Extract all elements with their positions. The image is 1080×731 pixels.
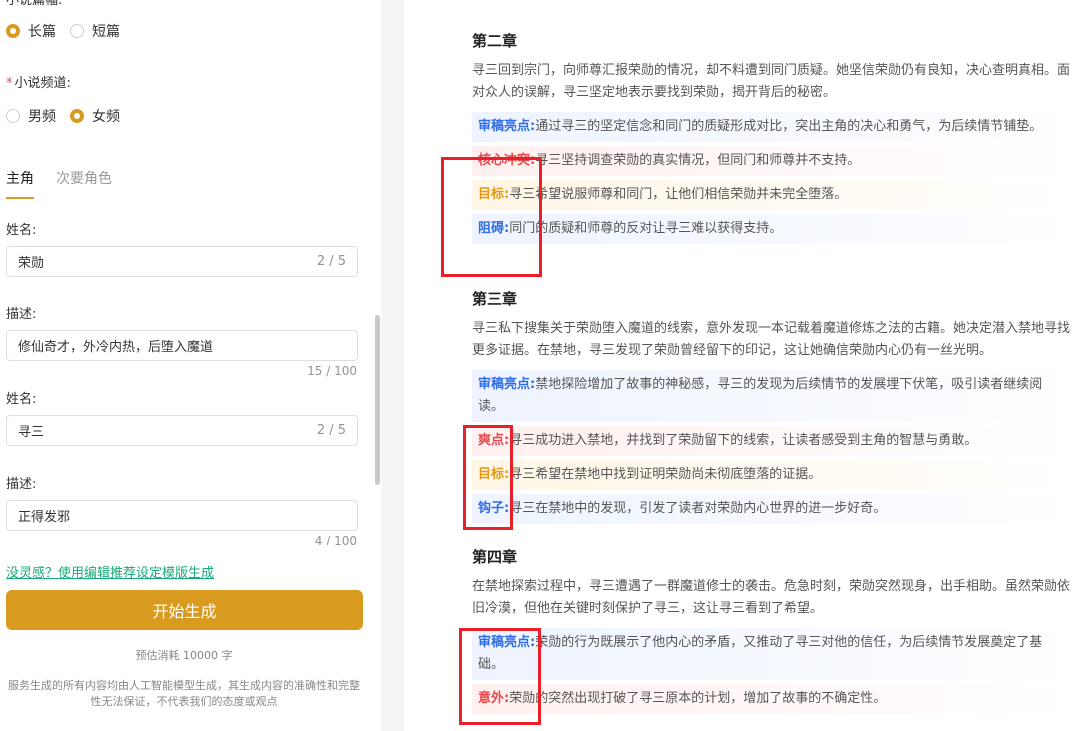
channel-label: *小说频道: bbox=[6, 72, 71, 91]
name-label: 姓名: bbox=[6, 388, 36, 407]
radio-dot bbox=[6, 109, 20, 123]
settings-panel: 小说篇幅: 长篇 短篇 *小说频道: 男频 女频 主角 bbox=[0, 0, 381, 731]
generate-footer: 没灵感？使用编辑推荐设定模版生成 开始生成 预估消耗 10000 字 服务生成的… bbox=[0, 545, 381, 731]
char-counter: 4 / 100 bbox=[315, 534, 357, 545]
start-generate-button[interactable]: 开始生成 bbox=[6, 590, 363, 630]
scrollbar-thumb[interactable] bbox=[375, 315, 380, 485]
description-input[interactable]: 修仙奇才，外冷内热，后堕入魔道 bbox=[6, 330, 358, 361]
highlight-review: 审稿亮点:禁地探险增加了故事的神秘感，寻三的发现为后续情节的发展埋下伏笔，吸引读… bbox=[472, 370, 1072, 422]
description-label: 描述: bbox=[6, 473, 36, 492]
highlight-surprise: 意外:荣勋的突然出现打破了寻三原本的计划，增加了故事的不确定性。 bbox=[472, 684, 1072, 714]
novel-length-label: 小说篇幅: bbox=[6, 0, 62, 8]
length-radio-group: 长篇 短篇 bbox=[6, 21, 134, 41]
annotation-box bbox=[459, 628, 541, 725]
radio-long[interactable]: 长篇 bbox=[6, 21, 56, 41]
radio-dot bbox=[70, 109, 84, 123]
highlight-obstacle: 阻碍:同门的质疑和师尊的反对让寻三难以获得支持。 bbox=[472, 214, 1072, 244]
tab-protagonist[interactable]: 主角 bbox=[6, 168, 34, 200]
highlight-review: 审稿亮点:荣勋的行为既展示了他内心的矛盾，又推动了寻三对他的信任，为后续情节发展… bbox=[472, 628, 1072, 680]
annotation-box bbox=[441, 157, 542, 277]
ai-disclaimer: 服务生成的所有内容均由人工智能模型生成，其生成内容的准确性和完整性无法保证，不代… bbox=[6, 678, 362, 710]
radio-dot bbox=[6, 24, 20, 38]
radio-dot bbox=[70, 24, 84, 38]
highlight-goal: 目标:寻三希望说服师尊和同门，让他们相信荣勋并未完全堕落。 bbox=[472, 180, 1072, 210]
chapter-summary: 在禁地探索过程中，寻三遭遇了一群魔道修士的袭击。危急时刻，荣勋突然现身，出手相助… bbox=[472, 576, 1072, 620]
name-input[interactable]: 寻三 2 / 5 bbox=[6, 415, 358, 446]
highlight-goal: 目标:寻三希望在禁地中找到证明荣勋尚未彻底堕落的证据。 bbox=[472, 460, 1072, 490]
character-tabs: 主角 次要角色 bbox=[6, 168, 134, 200]
channel-radio-group: 男频 女频 bbox=[6, 106, 134, 126]
outline-preview: 第二章 寻三回到宗门，向师尊汇报荣勋的情况，却不料遭到同门质疑。她坚信荣勋仍有良… bbox=[404, 0, 1080, 731]
highlight-review: 审稿亮点:通过寻三的坚定信念和同门的质疑形成对比，突出主角的决心和勇气，为后续情… bbox=[472, 112, 1072, 142]
chapter-block: 第三章 寻三私下搜集关于荣勋堕入魔道的线索，意外发现一本记载着魔道修炼之法的古籍… bbox=[472, 288, 1072, 524]
highlight-hook: 钩子:寻三在禁地中的发现，引发了读者对荣勋内心世界的进一步好奇。 bbox=[472, 494, 1072, 524]
estimated-cost: 预估消耗 10000 字 bbox=[0, 647, 368, 663]
description-input[interactable]: 正得发邪 bbox=[6, 500, 358, 531]
chapter-summary: 寻三回到宗门，向师尊汇报荣勋的情况，却不料遭到同门质疑。她坚信荣勋仍有良知，决心… bbox=[472, 60, 1072, 104]
highlight-thrill: 爽点:寻三成功进入禁地，并找到了荣勋留下的线索，让读者感受到主角的智慧与勇敢。 bbox=[472, 426, 1072, 456]
tab-secondary-characters[interactable]: 次要角色 bbox=[56, 168, 112, 200]
tab-active-indicator bbox=[6, 197, 34, 199]
description-label: 描述: bbox=[6, 303, 36, 322]
chapter-title: 第二章 bbox=[472, 30, 1072, 51]
char-counter: 15 / 100 bbox=[307, 364, 357, 378]
chapter-summary: 寻三私下搜集关于荣勋堕入魔道的线索，意外发现一本记载着魔道修炼之法的古籍。她决定… bbox=[472, 318, 1072, 362]
radio-short[interactable]: 短篇 bbox=[70, 21, 120, 41]
name-input[interactable]: 荣勋 2 / 5 bbox=[6, 246, 358, 277]
settings-scroll-area[interactable]: 小说篇幅: 长篇 短篇 *小说频道: 男频 女频 主角 bbox=[0, 0, 381, 545]
chapter-block: 第四章 在禁地探索过程中，寻三遭遇了一群魔道修士的袭击。危急时刻，荣勋突然现身，… bbox=[472, 546, 1072, 714]
annotation-box bbox=[463, 425, 513, 530]
radio-female[interactable]: 女频 bbox=[70, 106, 120, 126]
char-counter: 2 / 5 bbox=[317, 254, 346, 269]
name-label: 姓名: bbox=[6, 219, 36, 238]
radio-male[interactable]: 男频 bbox=[6, 106, 56, 126]
chapter-title: 第三章 bbox=[472, 288, 1072, 309]
chapter-block: 第二章 寻三回到宗门，向师尊汇报荣勋的情况，却不料遭到同门质疑。她坚信荣勋仍有良… bbox=[472, 30, 1072, 244]
highlight-conflict: 核心冲突:寻三坚持调查荣勋的真实情况，但同门和师尊并不支持。 bbox=[472, 146, 1072, 176]
template-link[interactable]: 没灵感？使用编辑推荐设定模版生成 bbox=[6, 562, 214, 581]
char-counter: 2 / 5 bbox=[317, 423, 346, 438]
chapter-title: 第四章 bbox=[472, 546, 1072, 567]
